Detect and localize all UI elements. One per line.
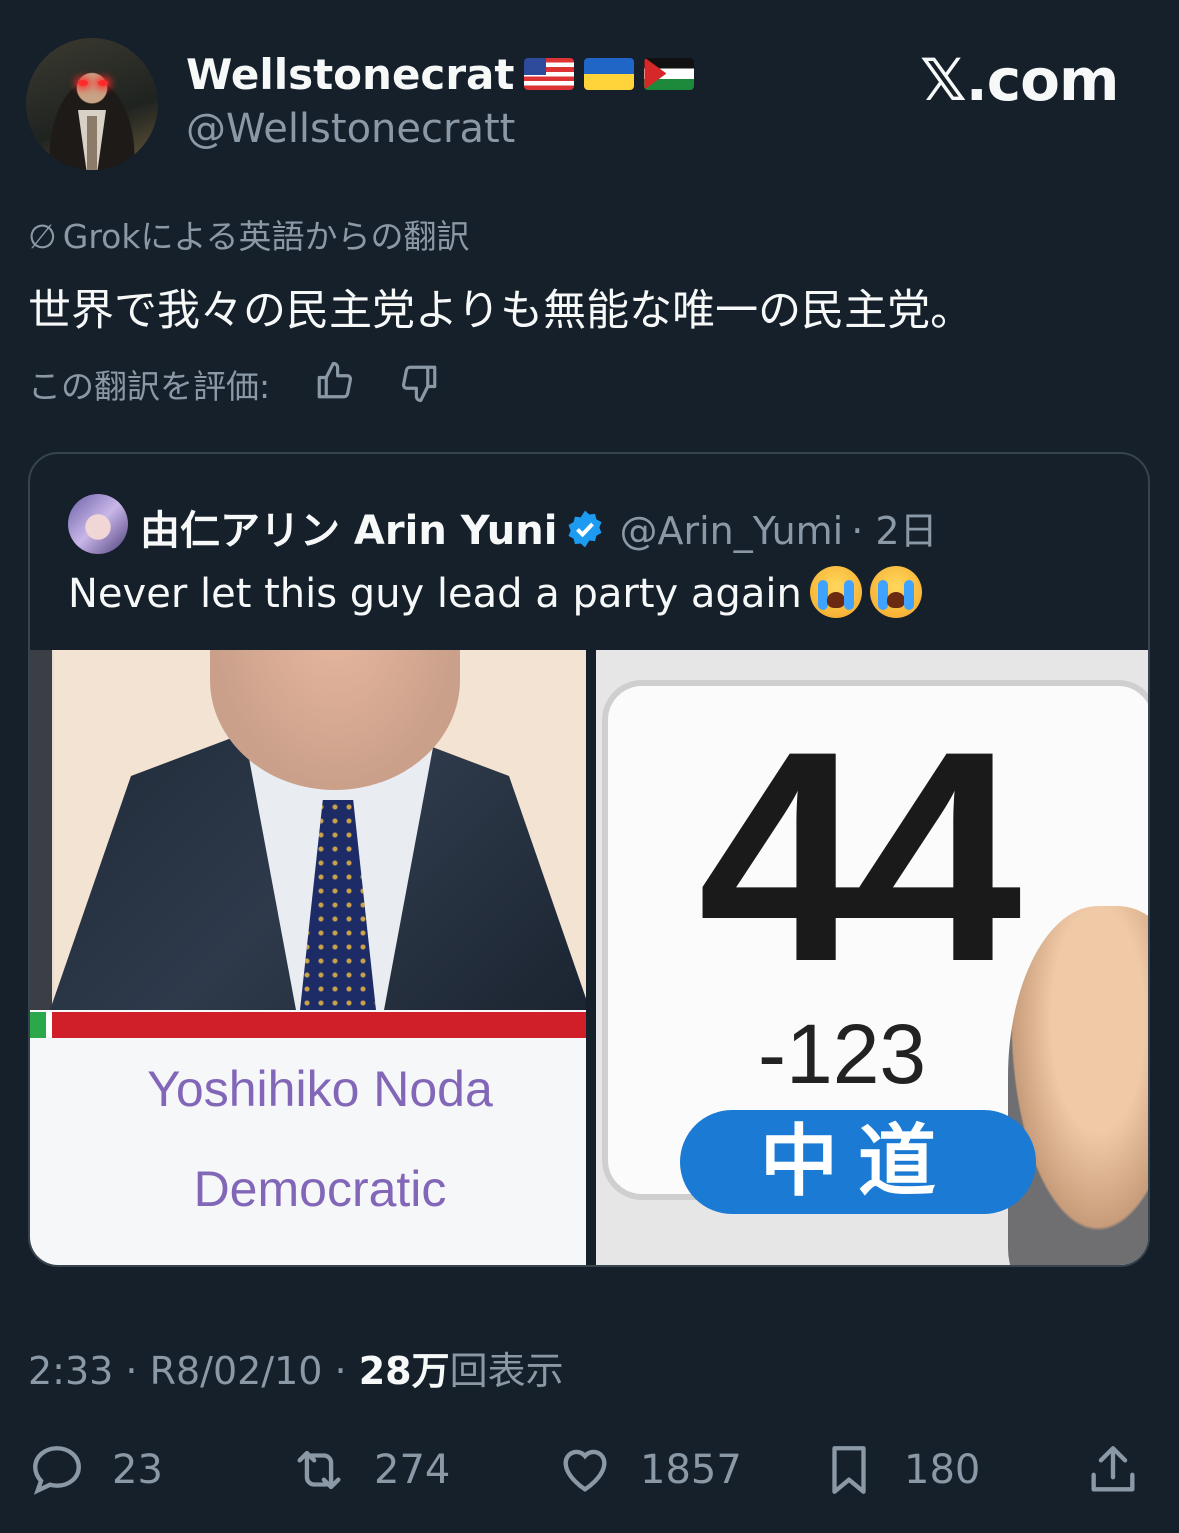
loudly-crying-face-icon [809, 566, 862, 618]
bookmark-icon [832, 1446, 866, 1494]
repost-count: 274 [374, 1447, 451, 1493]
media-image-seat-count[interactable]: 44 -123 中道 [596, 650, 1148, 1265]
seat-change: -123 [758, 1007, 927, 1101]
bookmark-button[interactable]: 180 [820, 1440, 980, 1500]
like-button[interactable]: 1857 [556, 1440, 742, 1500]
x-com-logo: 𝕏.com [920, 46, 1119, 114]
infobox-party: Democratic [193, 1161, 447, 1217]
seat-count: 44 [698, 688, 1022, 1024]
seat-panel: 44 -123 中道 [602, 680, 1148, 1265]
verified-badge-icon [568, 510, 602, 548]
heart-icon [563, 1449, 607, 1492]
rate-translation-label: この翻訳を評価: [28, 367, 271, 406]
author-name-row[interactable]: Wellstonecrat [186, 50, 695, 99]
ukraine-flag-icon [584, 57, 635, 90]
us-flag-icon [524, 57, 575, 90]
quoted-time[interactable]: · 2日 [851, 509, 937, 553]
reply-count: 23 [112, 1447, 163, 1493]
quoted-text: Never let this guy lead a party again [68, 571, 802, 617]
share-icon [1091, 1446, 1135, 1492]
author-avatar[interactable] [26, 38, 158, 170]
reply-icon [33, 1446, 81, 1495]
quoted-author-row[interactable]: 由仁アリン Arin Yuni @Arin_Yumi · 2日 [140, 498, 938, 556]
tweet-timestamp[interactable]: 2:33 · R8/02/10 · [28, 1349, 359, 1393]
quoted-tweet[interactable]: 由仁アリン Arin Yuni @Arin_Yumi · 2日 Never let … [28, 452, 1150, 1267]
translation-note: ∅ Grokによる英語からの翻訳 [28, 217, 470, 256]
repost-icon [297, 1450, 341, 1490]
repost-button[interactable]: 274 [290, 1440, 450, 1500]
tweet-meta: 2:33 · R8/02/10 · 28万回表示 [28, 1340, 564, 1395]
share-button[interactable] [1084, 1440, 1168, 1500]
view-count: 28万 [358, 1349, 450, 1393]
like-count: 1857 [640, 1447, 742, 1493]
infobox-name: Yoshihiko Noda [147, 1061, 493, 1117]
loudly-crying-face-icon [869, 566, 922, 618]
reply-button[interactable]: 23 [28, 1440, 163, 1500]
party-color-bar [30, 1012, 586, 1038]
no-translation-icon: ∅ [28, 217, 57, 256]
quoted-author-name[interactable]: 由仁アリン Arin Yuni [140, 508, 557, 554]
quoted-author-handle[interactable]: @Arin_Yumi [619, 509, 843, 553]
thumbs-up-icon[interactable] [314, 360, 356, 402]
author-handle[interactable]: @Wellstonecratt [186, 106, 515, 152]
noda-photo [30, 650, 586, 1010]
bookmark-count: 180 [904, 1447, 981, 1493]
party-badge: 中道 [680, 1110, 1036, 1214]
thumbs-down-icon[interactable] [398, 362, 440, 404]
palestine-flag-icon [644, 57, 695, 90]
quoted-text-row: Never let this guy lead a party again [68, 566, 922, 622]
view-label: 回表示 [449, 1349, 564, 1393]
quoted-author-avatar[interactable] [68, 494, 128, 554]
author-name[interactable]: Wellstonecrat [186, 50, 514, 99]
media-image-noda-infobox[interactable]: Yoshihiko Noda Democratic [30, 650, 586, 1265]
tweet-text: 世界で我々の民主党よりも無能な唯一の民主党。 [28, 286, 974, 336]
politician-photo [1008, 906, 1148, 1265]
